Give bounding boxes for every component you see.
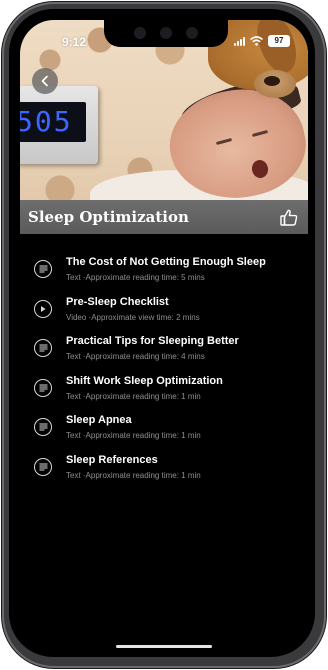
list-item[interactable]: Sleep References Text ·Approximate readi… xyxy=(20,452,308,492)
item-title: Sleep Apnea xyxy=(66,414,132,427)
play-icon xyxy=(34,299,52,318)
item-meta: Text ·Approximate reading time: 1 min xyxy=(66,391,201,401)
list-item[interactable]: Shift Work Sleep Optimization Text ·Appr… xyxy=(20,373,308,413)
list-item[interactable]: Pre-Sleep Checklist Video ·Approximate v… xyxy=(20,294,308,334)
item-title: Pre-Sleep Checklist xyxy=(66,295,169,308)
back-button[interactable] xyxy=(32,68,58,94)
status-time: 9:12 xyxy=(62,35,87,49)
app-screen: 505 9:12 97 Sleep Optimization The Cost … xyxy=(20,20,308,650)
item-meta: Video ·Approximate view time: 2 mins xyxy=(66,312,200,322)
chevron-left-icon xyxy=(41,75,48,87)
wifi-icon xyxy=(250,36,263,46)
list-item[interactable]: Practical Tips for Sleeping Better Text … xyxy=(20,333,308,373)
home-indicator[interactable] xyxy=(116,645,212,648)
text-document-icon xyxy=(34,260,52,278)
alarm-clock-illustration: 505 xyxy=(20,86,98,164)
item-title: Sleep References xyxy=(66,453,158,466)
clock-display: 505 xyxy=(20,102,86,142)
camera-notch xyxy=(104,20,228,47)
item-meta: Text ·Approximate reading time: 4 mins xyxy=(66,352,205,362)
battery-icon: 97 xyxy=(268,35,290,47)
thumbs-up-icon xyxy=(280,209,298,226)
sensor-dot xyxy=(160,27,172,39)
like-button[interactable] xyxy=(278,206,300,228)
status-icons: 97 xyxy=(234,35,290,47)
item-meta: Text ·Approximate reading time: 1 min xyxy=(66,470,201,480)
text-document-icon xyxy=(34,378,52,397)
text-document-icon xyxy=(34,457,52,476)
sensor-dot xyxy=(134,27,146,39)
dog-nose-illustration xyxy=(264,76,280,86)
item-title: The Cost of Not Getting Enough Sleep xyxy=(66,256,266,268)
page-title: Sleep Optimization xyxy=(28,208,189,226)
camera-dot xyxy=(186,27,198,39)
text-document-icon xyxy=(34,418,52,437)
signal-bars-icon xyxy=(234,36,245,46)
section-header: Sleep Optimization xyxy=(20,200,308,234)
list-item[interactable]: The Cost of Not Getting Enough Sleep Tex… xyxy=(20,254,308,294)
item-meta: Text ·Approximate reading time: 1 min xyxy=(66,431,201,441)
text-document-icon xyxy=(34,339,52,358)
content-list: The Cost of Not Getting Enough Sleep Tex… xyxy=(20,234,308,492)
item-meta: Text ·Approximate reading time: 5 mins xyxy=(66,273,205,282)
list-item[interactable]: Sleep Apnea Text ·Approximate reading ti… xyxy=(20,412,308,452)
item-title: Shift Work Sleep Optimization xyxy=(66,374,223,387)
item-title: Practical Tips for Sleeping Better xyxy=(66,335,239,348)
status-bar: 9:12 97 xyxy=(20,20,308,62)
